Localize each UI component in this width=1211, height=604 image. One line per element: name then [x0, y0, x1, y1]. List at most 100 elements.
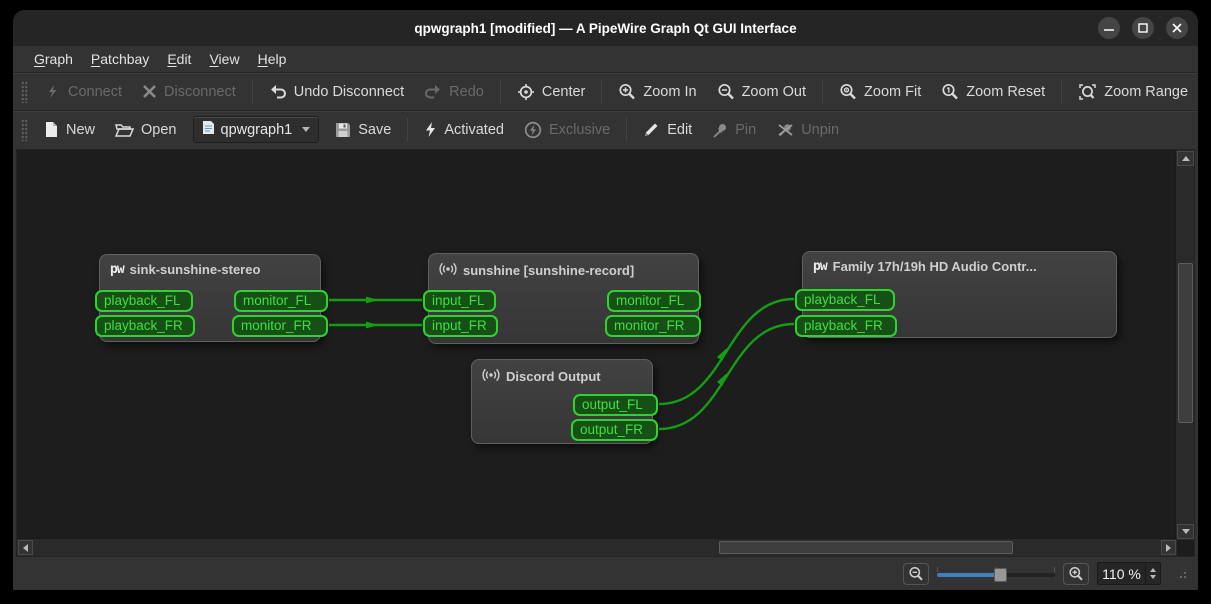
- port-output-fl[interactable]: output_FL: [573, 394, 658, 416]
- arrowhead: [366, 321, 379, 329]
- toolbar-drag-handle[interactable]: [21, 118, 28, 141]
- vertical-scrollbar[interactable]: [1175, 150, 1194, 540]
- port-monitor-fr[interactable]: monitor_FR: [605, 315, 701, 337]
- minimize-button[interactable]: [1098, 17, 1120, 39]
- broadcast-icon: [482, 367, 500, 386]
- unpin-button[interactable]: Unpin: [766, 118, 849, 142]
- horizontal-scrollbar[interactable]: [17, 538, 1177, 556]
- arrowhead: [366, 296, 379, 304]
- close-button[interactable]: [1166, 17, 1188, 39]
- zoom-in-button[interactable]: Zoom In: [608, 79, 706, 105]
- node-title: sunshine [sunshine-record]: [429, 254, 698, 280]
- status-bar: 110 %: [13, 557, 1198, 590]
- spinbox-arrows[interactable]: [1145, 563, 1160, 584]
- scroll-down-icon: [1181, 529, 1190, 534]
- scroll-right-button[interactable]: [1161, 540, 1176, 555]
- redo-icon: [424, 84, 442, 100]
- save-icon: [335, 122, 351, 138]
- undo-disconnect-button[interactable]: Undo Disconnect: [259, 80, 414, 104]
- zoom-slider-track[interactable]: [999, 572, 1055, 577]
- port-monitor-fr[interactable]: monitor_FR: [232, 315, 328, 337]
- scroll-left-button[interactable]: [18, 540, 33, 555]
- scroll-up-button[interactable]: [1177, 151, 1194, 166]
- pipewire-icon: pw: [110, 262, 125, 277]
- toolbar-separator: [626, 117, 628, 142]
- zoom-slider-track-filled[interactable]: [937, 572, 999, 577]
- zoom-percent-spinbox[interactable]: 110 %: [1097, 562, 1161, 585]
- node-title: pw Family 17h/19h HD Audio Contr...: [813, 259, 1037, 274]
- edit-pencil-icon: [643, 121, 660, 138]
- vertical-scroll-thumb[interactable]: [1178, 263, 1193, 423]
- menu-graph[interactable]: Graph: [25, 48, 82, 70]
- statusbar-zoom-in-button[interactable]: [1063, 562, 1089, 585]
- port-playback-fl[interactable]: playback_FL: [95, 290, 193, 312]
- graph-canvas[interactable]: pw sink-sunshine-stereo playback_FL play…: [16, 149, 1195, 557]
- exclusive-icon: [524, 121, 542, 139]
- node-sunshine[interactable]: sunshine [sunshine-record] input_FL inpu…: [423, 253, 701, 344]
- center-button[interactable]: Center: [507, 79, 596, 105]
- open-button[interactable]: Open: [105, 118, 186, 142]
- menu-patchbay[interactable]: Patchbay: [82, 48, 158, 70]
- node-discord-output[interactable]: Discord Output output_FL output_FR: [471, 359, 658, 444]
- pin-icon: [712, 122, 728, 138]
- zoom-range-button[interactable]: Zoom Range: [1068, 79, 1198, 105]
- center-icon: [517, 83, 535, 101]
- zoom-fit-button[interactable]: Zoom Fit: [829, 79, 931, 105]
- window-controls: [1098, 17, 1188, 39]
- connection-lines: [329, 296, 795, 431]
- toolbar-drag-handle[interactable]: [21, 80, 28, 103]
- window-title: qpwgraph1 [modified] — A PipeWire Graph …: [414, 20, 797, 36]
- menu-edit[interactable]: Edit: [158, 48, 200, 70]
- horizontal-scroll-thumb[interactable]: [719, 541, 1013, 554]
- disconnect-icon: [142, 84, 157, 99]
- zoom-reset-icon: [941, 83, 959, 101]
- maximize-button[interactable]: [1132, 17, 1154, 39]
- menu-help[interactable]: Help: [249, 48, 296, 70]
- minimize-icon: [1104, 29, 1114, 31]
- port-monitor-fl[interactable]: monitor_FL: [607, 290, 701, 312]
- activated-icon: [424, 121, 437, 138]
- port-monitor-fl[interactable]: monitor_FL: [234, 290, 328, 312]
- zoom-in-icon: [618, 83, 636, 101]
- redo-button[interactable]: Redo: [414, 80, 494, 104]
- zoom-slider-handle[interactable]: [994, 567, 1007, 582]
- menu-view[interactable]: View: [200, 48, 248, 70]
- toolbar-separator: [251, 79, 253, 104]
- pipewire-icon: pw: [813, 259, 828, 274]
- port-playback-fl[interactable]: playback_FL: [795, 289, 895, 311]
- spin-down-icon: [1150, 575, 1156, 579]
- activated-button[interactable]: Activated: [414, 117, 514, 142]
- arrowhead: [716, 373, 727, 386]
- patchbay-file-select[interactable]: qpwgraph1: [192, 116, 320, 143]
- arrowhead: [716, 348, 727, 361]
- scroll-down-button[interactable]: [1177, 524, 1194, 539]
- graph-viewport[interactable]: pw sink-sunshine-stereo playback_FL play…: [17, 150, 1177, 540]
- maximize-icon: [1138, 23, 1148, 33]
- zoom-slider[interactable]: [937, 565, 1055, 583]
- save-button[interactable]: Save: [325, 118, 401, 142]
- port-playback-fr[interactable]: playback_FR: [95, 315, 195, 337]
- statusbar-zoom-out-button[interactable]: [903, 562, 929, 585]
- port-input-fl[interactable]: input_FL: [423, 290, 496, 312]
- connect-button[interactable]: Connect: [34, 79, 132, 104]
- edit-button[interactable]: Edit: [633, 117, 702, 142]
- disconnect-button[interactable]: Disconnect: [132, 80, 246, 104]
- connect-icon: [44, 83, 61, 100]
- port-playback-fr[interactable]: playback_FR: [795, 315, 897, 337]
- node-sink-sunshine-stereo[interactable]: pw sink-sunshine-stereo playback_FL play…: [95, 254, 328, 342]
- scroll-up-icon: [1181, 156, 1190, 161]
- exclusive-button[interactable]: Exclusive: [514, 117, 620, 143]
- port-output-fr[interactable]: output_FR: [571, 419, 658, 441]
- node-family-hd-audio[interactable]: pw Family 17h/19h HD Audio Contr... play…: [795, 251, 1117, 338]
- zoom-out-button[interactable]: Zoom Out: [707, 79, 816, 105]
- open-folder-icon: [115, 122, 135, 138]
- pin-button[interactable]: Pin: [702, 118, 766, 142]
- port-input-fr[interactable]: input_FR: [423, 315, 498, 337]
- slider-tick: [937, 566, 938, 572]
- toolbar-separator: [1061, 79, 1063, 104]
- window-resize-grip[interactable]: [1175, 567, 1188, 580]
- undo-icon: [269, 84, 287, 100]
- toolbar-separator: [822, 79, 824, 104]
- new-button[interactable]: New: [34, 117, 105, 142]
- zoom-reset-button[interactable]: Zoom Reset: [931, 79, 1055, 105]
